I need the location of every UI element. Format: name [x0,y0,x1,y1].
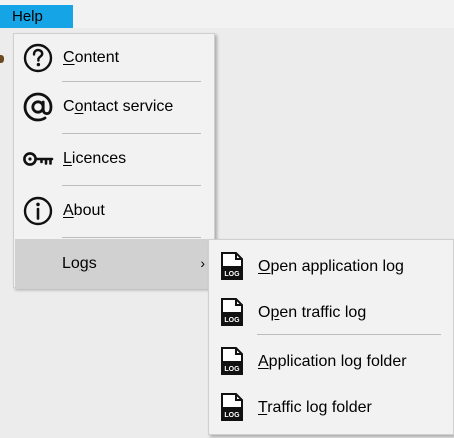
menu-item-label: Licences [63,150,127,167]
help-menu-button[interactable]: Help [0,5,73,28]
log-file-icon: LOG [221,252,243,280]
menu-item-contact-service[interactable]: Contact service [15,83,213,131]
menu-item-open-application-log[interactable]: LOG Open application log [210,243,452,289]
at-sign-icon [23,92,53,122]
menu-item-label: About [63,202,105,219]
question-circle-icon [23,43,53,73]
menu-item-open-traffic-log[interactable]: LOG Open traffic log [210,289,452,335]
menu-separator [62,185,201,186]
logs-submenu: LOG Open application log LOG Open traffi… [208,239,454,435]
menu-item-label: Content [63,49,120,66]
menu-item-content[interactable]: Content [15,34,213,82]
menu-item-label: Application log folder [258,353,407,370]
svg-text:LOG: LOG [224,317,240,324]
menu-item-label: Open application log [258,258,404,275]
svg-text:LOG: LOG [224,412,240,419]
menu-separator [62,237,201,238]
svg-text:LOG: LOG [224,366,240,373]
menu-item-label: Contact service [63,98,174,115]
menu-separator [62,133,201,134]
menu-item-traffic-log-folder[interactable]: LOG Traffic log folder [210,384,452,430]
log-file-icon: LOG [221,347,243,375]
menu-item-logs[interactable]: Logs › [15,239,213,289]
menu-separator [62,81,201,82]
menu-item-label: Traffic log folder [258,399,372,416]
menu-item-label: Logs [62,255,97,272]
help-dropdown-menu: Content Contact service Licences About L… [13,33,215,289]
menu-item-licences[interactable]: Licences [15,135,213,183]
log-file-icon: LOG [221,393,243,421]
background-window-edge [0,55,4,63]
menu-item-about[interactable]: About [15,187,213,235]
info-circle-icon [23,196,53,226]
svg-text:LOG: LOG [224,271,240,278]
menu-item-label: Open traffic log [258,304,367,321]
menu-separator [257,334,441,335]
log-file-icon: LOG [221,298,243,326]
key-icon [23,152,54,166]
menu-bar: Help [0,0,454,28]
submenu-arrow-icon: › [200,255,205,271]
menu-item-application-log-folder[interactable]: LOG Application log folder [210,338,452,384]
